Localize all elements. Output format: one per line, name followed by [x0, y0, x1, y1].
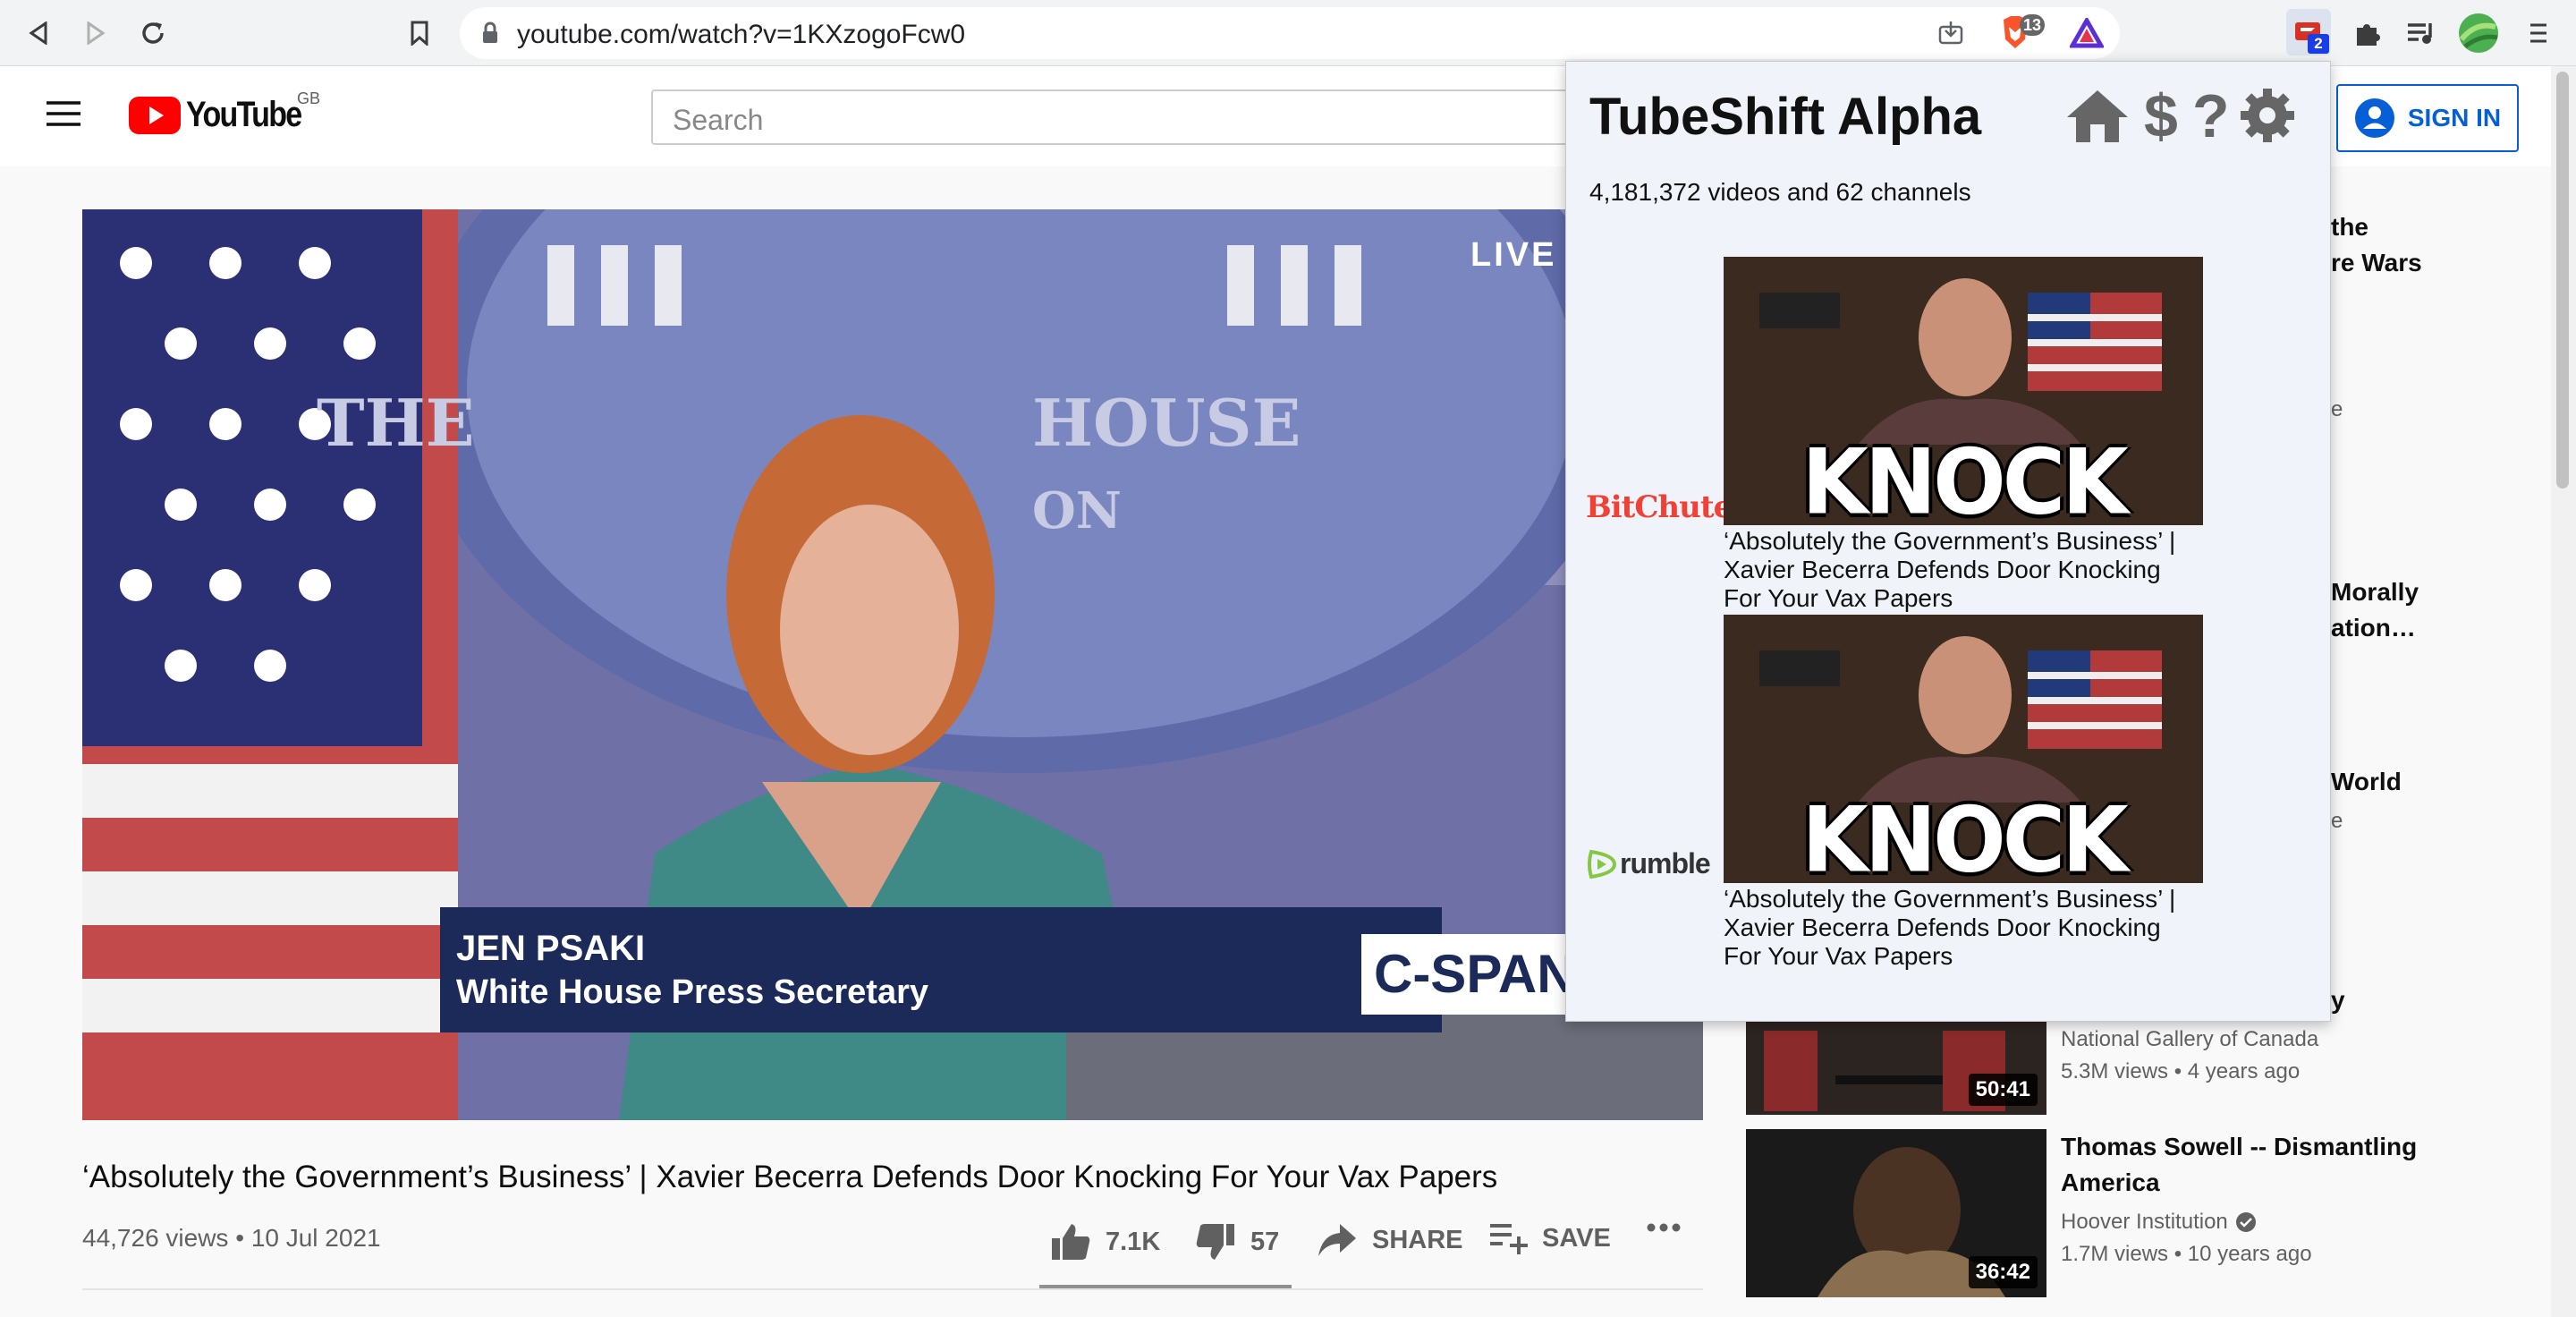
- install-app-icon[interactable]: [1937, 20, 1964, 51]
- bitchute-logo[interactable]: BitChute: [1586, 489, 1733, 525]
- browser-toolbar: youtube.com/watch?v=1KXzogoFcw0 13 2: [0, 0, 2576, 66]
- forward-icon[interactable]: [75, 13, 116, 54]
- brave-badge: 13: [2020, 14, 2045, 36]
- info-divider: [82, 1288, 1703, 1290]
- result-thumbnail[interactable]: KNOCK KNOCK: [1724, 615, 2203, 883]
- account-icon: [2354, 98, 2394, 138]
- view-count: 44,726 views: [82, 1224, 229, 1252]
- search-input[interactable]: Search: [651, 89, 1635, 145]
- save-button[interactable]: SAVE: [1488, 1222, 1611, 1254]
- video-player[interactable]: LIVE THE HOUSE ON JEN PSAKI White House …: [82, 209, 1703, 1120]
- reload-icon[interactable]: [132, 13, 174, 54]
- related-title-fragment: e: [2331, 397, 2343, 421]
- related-stats: 5.3M views • 4 years ago: [2061, 1059, 2301, 1083]
- seal-text-house: HOUSE: [1032, 385, 1301, 461]
- index-count: 4,181,372 videos and 62 channels: [1589, 178, 1971, 206]
- related-channel: Hoover Institution: [2061, 1210, 2228, 1234]
- result-title[interactable]: ‘Absolutely the Government’s Business’ |…: [1724, 527, 2203, 613]
- related-title-fragment[interactable]: Morally: [2331, 578, 2419, 607]
- address-bar[interactable]: youtube.com/watch?v=1KXzogoFcw0 13: [460, 7, 2120, 59]
- related-title-fragment[interactable]: y: [2331, 986, 2345, 1015]
- sign-in-label: SIGN IN: [2407, 104, 2502, 132]
- tubeshift-popup: TubeShift Alpha $ ? 4,181,372 videos and…: [1565, 61, 2331, 1022]
- video-title: ‘Absolutely the Government’s Business’ |…: [82, 1160, 1498, 1194]
- popup-title: TubeShift Alpha: [1589, 88, 1982, 146]
- dislike-count: 57: [1250, 1227, 1280, 1256]
- settings-gear-icon[interactable]: [2239, 87, 2296, 144]
- youtube-logo[interactable]: YouTube: [129, 95, 321, 135]
- thumbs-down-icon: [1196, 1224, 1234, 1260]
- video-duration: 50:41: [1968, 1074, 2038, 1106]
- more-horizontal-icon: [1647, 1223, 1681, 1232]
- video-duration: 36:42: [1968, 1256, 2038, 1288]
- related-title[interactable]: Thomas Sowell -- Dismantling America: [2061, 1129, 2508, 1201]
- related-title-fragment[interactable]: re Wars: [2331, 249, 2422, 277]
- extensions-puzzle-icon[interactable]: [2347, 13, 2388, 54]
- youtube-play-logo-icon: [129, 96, 181, 134]
- bookmark-icon[interactable]: [399, 13, 440, 54]
- video-meta: 44,726 views • 10 Jul 2021: [82, 1224, 381, 1253]
- related-stats: 1.7M views • 10 years ago: [2061, 1242, 2312, 1266]
- live-badge: LIVE: [1470, 236, 1557, 274]
- back-icon[interactable]: [18, 13, 59, 54]
- region-code: GB: [297, 89, 321, 107]
- thumbnail-text: KNOCK KNOCK: [1801, 429, 2128, 525]
- home-icon[interactable]: [2065, 89, 2130, 144]
- share-button[interactable]: SHARE: [1317, 1222, 1463, 1258]
- like-button[interactable]: 7.1K: [1050, 1222, 1160, 1262]
- thumbs-up-icon: [1052, 1224, 1090, 1260]
- rumble-play-icon: [1588, 849, 1617, 879]
- banner-role: White House Press Secretary: [456, 973, 929, 1011]
- verified-icon: [2235, 1212, 2256, 1232]
- related-channel-row[interactable]: Hoover Institution: [2061, 1206, 2257, 1238]
- browser-menu-icon[interactable]: [2521, 13, 2556, 54]
- sign-in-button[interactable]: SIGN IN: [2336, 84, 2519, 152]
- help-icon[interactable]: ?: [2192, 81, 2230, 151]
- hamburger-menu-icon[interactable]: [45, 100, 82, 132]
- page-scrollbar[interactable]: [2551, 66, 2576, 1317]
- banner-name: JEN PSAKI: [456, 929, 646, 968]
- result-thumbnail[interactable]: KNOCK KNOCK: [1724, 257, 2203, 525]
- dislike-button[interactable]: 57: [1195, 1222, 1279, 1262]
- add-to-playlist-icon: [1490, 1224, 1528, 1254]
- thumbnail-text: KNOCK KNOCK: [1801, 787, 2128, 883]
- rumble-logo[interactable]: rumble: [1586, 847, 1711, 880]
- related-title-fragment[interactable]: ation…: [2331, 614, 2416, 642]
- rumble-logo-text: rumble: [1620, 847, 1711, 879]
- related-thumbnail[interactable]: 50:41: [1746, 1022, 2046, 1115]
- tubeshift-extension-icon[interactable]: 2: [2286, 9, 2331, 55]
- seal-text-on: ON: [1032, 481, 1122, 540]
- brave-rewards-icon[interactable]: [2068, 15, 2106, 53]
- like-count: 7.1K: [1106, 1227, 1161, 1256]
- related-channel[interactable]: National Gallery of Canada: [2061, 1024, 2318, 1056]
- related-thumbnail[interactable]: 36:42: [1746, 1129, 2046, 1297]
- tubeshift-badge: 2: [2308, 34, 2329, 54]
- profile-avatar[interactable]: [2456, 11, 2501, 55]
- lock-icon: [481, 21, 499, 49]
- seal-text-the: THE: [317, 385, 475, 461]
- result-title[interactable]: ‘Absolutely the Government’s Business’ |…: [1724, 885, 2203, 971]
- related-title-fragment[interactable]: the: [2331, 213, 2368, 242]
- related-title-fragment: e: [2331, 809, 2343, 833]
- media-queue-icon[interactable]: [2401, 13, 2442, 54]
- scrollbar-thumb[interactable]: [2556, 72, 2569, 489]
- meta-separator: •: [235, 1224, 251, 1252]
- more-actions-button[interactable]: [1646, 1222, 1682, 1233]
- save-label: SAVE: [1542, 1223, 1611, 1253]
- url-text: youtube.com/watch?v=1KXzogoFcw0: [517, 20, 966, 49]
- related-title-fragment[interactable]: World: [2331, 768, 2402, 796]
- youtube-logo-text: YouTube: [186, 95, 302, 134]
- donate-dollar-icon[interactable]: $: [2144, 81, 2178, 151]
- share-icon: [1318, 1224, 1356, 1256]
- search-placeholder: Search: [673, 104, 764, 136]
- upload-date: 10 Jul 2021: [250, 1224, 381, 1252]
- share-label: SHARE: [1372, 1225, 1463, 1254]
- network-logo: C-SPAN: [1374, 944, 1576, 1004]
